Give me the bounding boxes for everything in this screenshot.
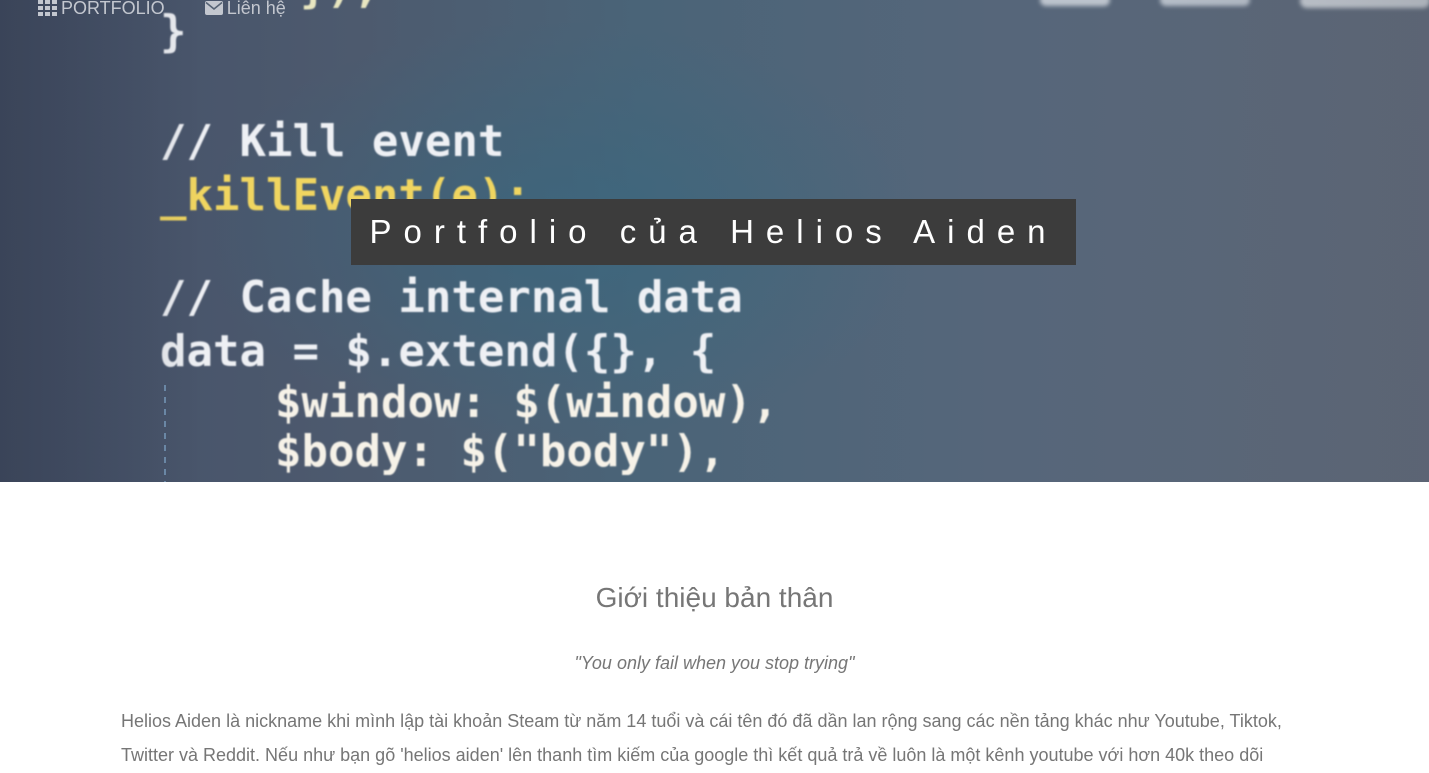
grid-icon (38, 0, 57, 16)
about-paragraph: Helios Aiden là nickname khi mình lập tà… (121, 711, 1282, 765)
nav-contact-label: Liên hệ (226, 0, 286, 18)
hero-title: Portfolio của Helios Aiden (369, 213, 1058, 250)
section-heading: Giới thiệu bản thân (595, 582, 834, 613)
hero-title-box: Portfolio của Helios Aiden (351, 199, 1076, 265)
nav-contact-link[interactable]: Liên hệ (204, 0, 286, 20)
envelope-icon (204, 1, 223, 15)
nav-portfolio-link[interactable]: PORTFOLIO (38, 0, 165, 20)
top-navigation: PORTFOLIO Liên hệ (38, 0, 286, 20)
nav-portfolio-label: PORTFOLIO (61, 0, 165, 18)
hero-banner: }); } // Kill event _killEvent(e); // Ca… (0, 0, 1429, 482)
quote-text: "You only fail when you stop trying" (574, 653, 855, 673)
